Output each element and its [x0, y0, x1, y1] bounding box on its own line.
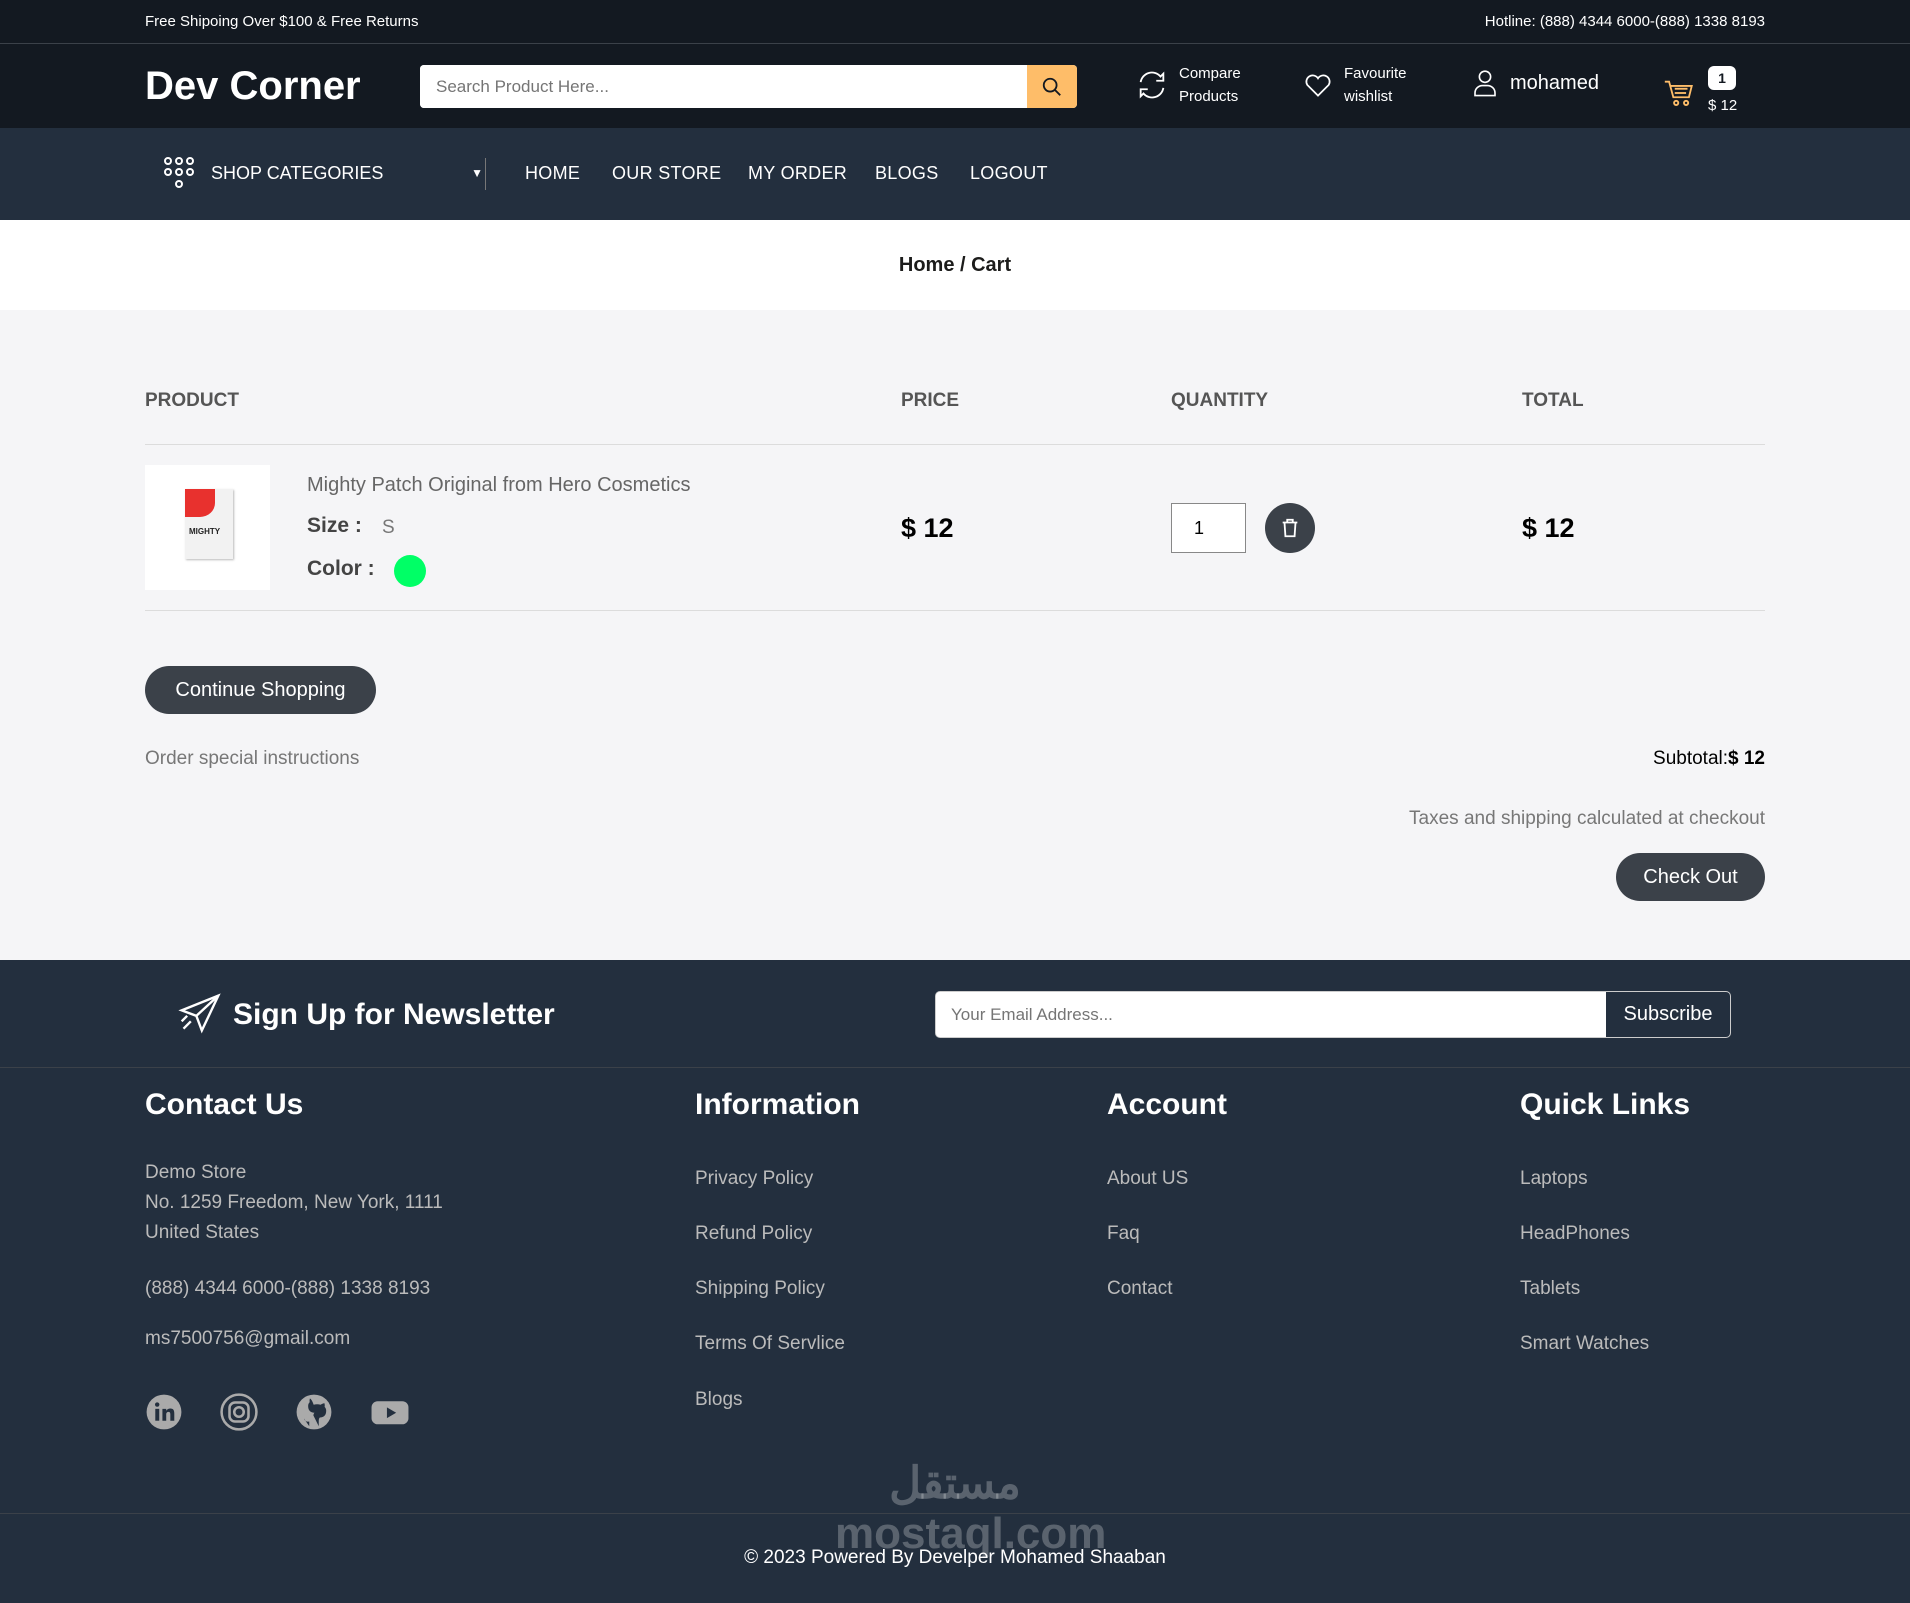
- product-image-label: MIGHTY: [189, 527, 221, 536]
- nav-blogs[interactable]: BLOGS: [875, 163, 939, 184]
- size-value: S: [382, 517, 395, 538]
- newsletter-email-input[interactable]: [936, 992, 1608, 1037]
- header-price: PRICE: [901, 390, 960, 411]
- product-name[interactable]: Mighty Patch Original from Hero Cosmetic…: [307, 474, 690, 497]
- user-icon: [1474, 70, 1496, 97]
- grid-dots-icon: [164, 157, 194, 188]
- contact-email[interactable]: ms7500756@gmail.com: [145, 1328, 350, 1350]
- wishlist-label-1: Favourite: [1344, 65, 1407, 82]
- header-total: TOTAL: [1522, 390, 1584, 411]
- cart-total: $ 12: [1708, 97, 1738, 114]
- address-line: No. 1259 Freedom, New York, 1111: [145, 1192, 443, 1213]
- search-input[interactable]: [420, 65, 1025, 108]
- hotline: Hotline: (888) 4344 6000-(888) 1338 8193: [1484, 13, 1765, 30]
- contact-title: Contact Us: [145, 1088, 304, 1121]
- information-title: Information: [695, 1088, 860, 1121]
- cart-icon: [1664, 80, 1693, 106]
- nav-our-store[interactable]: OUR STORE: [612, 163, 721, 184]
- trash-icon: [1282, 518, 1298, 538]
- shop-categories-label: SHOP CATEGORIES: [211, 162, 384, 183]
- search-bar: [420, 65, 1077, 108]
- contact-phone[interactable]: (888) 4344 6000-(888) 1338 8193: [145, 1278, 430, 1300]
- linkedin-icon[interactable]: [145, 1393, 183, 1431]
- footer-link-shipping[interactable]: Shipping Policy: [695, 1278, 825, 1300]
- checkout-button[interactable]: Check Out: [1616, 853, 1765, 901]
- contact-address: Demo Store No. 1259 Freedom, New York, 1…: [145, 1158, 443, 1248]
- subtotal-value: $ 12: [1728, 748, 1765, 769]
- nav-my-order[interactable]: MY ORDER: [748, 163, 847, 184]
- shipping-notice: Free Shipoing Over $100 & Free Returns: [145, 13, 419, 30]
- address-line: Demo Store: [145, 1162, 247, 1183]
- color-label: Color :: [307, 557, 375, 580]
- newsletter-title: Sign Up for Newsletter: [233, 998, 555, 1031]
- product-image: MIGHTY: [145, 465, 270, 590]
- divider: [145, 610, 1765, 611]
- quick-links-title: Quick Links: [1520, 1088, 1691, 1121]
- color-swatch: [394, 555, 426, 587]
- delete-button[interactable]: [1265, 503, 1315, 553]
- footer-link-blogs[interactable]: Blogs: [695, 1389, 743, 1411]
- footer-link-laptops[interactable]: Laptops: [1520, 1168, 1588, 1190]
- wishlist-label-2: wishlist: [1344, 88, 1393, 105]
- compare-label-2: Products: [1179, 88, 1239, 105]
- logo[interactable]: Dev Corner: [145, 64, 361, 109]
- newsletter-section: Sign Up for Newsletter Subscribe: [0, 960, 1910, 1068]
- wishlist-link[interactable]: Favourite wishlist: [1302, 62, 1407, 108]
- footer-link-contact[interactable]: Contact: [1107, 1278, 1172, 1300]
- paper-plane-icon: [178, 993, 221, 1034]
- header-product: PRODUCT: [145, 390, 239, 411]
- item-total: $ 12: [1522, 513, 1575, 543]
- cart-count-badge: 1: [1708, 66, 1736, 90]
- top-bar: Free Shipoing Over $100 & Free Returns H…: [0, 0, 1910, 44]
- search-button[interactable]: [1027, 65, 1077, 108]
- address-line: United States: [145, 1222, 260, 1243]
- divider: [145, 444, 1765, 445]
- footer-divider: [0, 1513, 1910, 1514]
- item-price: $ 12: [901, 513, 954, 543]
- footer-link-about[interactable]: About US: [1107, 1168, 1188, 1190]
- footer: Sign Up for Newsletter Subscribe Contact…: [0, 960, 1910, 1603]
- compare-label-1: Compare: [1179, 65, 1241, 82]
- continue-shopping-button[interactable]: Continue Shopping: [145, 666, 376, 714]
- username: mohamed: [1510, 71, 1599, 94]
- nav-logout[interactable]: LOGOUT: [970, 163, 1048, 184]
- compare-icon: [1139, 71, 1165, 99]
- footer-link-terms[interactable]: Terms Of Servlice: [695, 1333, 845, 1355]
- copyright: © 2023 Powered By Develper Mohamed Shaab…: [744, 1547, 1166, 1568]
- footer-link-refund[interactable]: Refund Policy: [695, 1223, 812, 1245]
- compare-link[interactable]: Compare Products: [1135, 62, 1241, 108]
- subtotal-label: Subtotal:: [1653, 748, 1729, 769]
- header: Dev Corner Compare Products Favourite wish…: [0, 44, 1910, 128]
- breadcrumb: Home / Cart: [0, 220, 1910, 310]
- footer-link-privacy[interactable]: Privacy Policy: [695, 1168, 813, 1190]
- cart-link[interactable]: 1 $ 12: [1662, 64, 1742, 114]
- footer-link-faq[interactable]: Faq: [1107, 1223, 1140, 1245]
- subtotal: Subtotal:$ 12: [1653, 748, 1765, 770]
- caret-down-icon: ▼: [471, 166, 483, 180]
- youtube-icon[interactable]: [370, 1393, 410, 1431]
- account-title: Account: [1107, 1088, 1227, 1121]
- nav-divider: [485, 158, 486, 190]
- main-nav: SHOP CATEGORIES ▼ HOME OUR STORE MY ORDE…: [0, 128, 1910, 220]
- search-icon: [1042, 77, 1061, 96]
- footer-link-headphones[interactable]: HeadPhones: [1520, 1223, 1630, 1245]
- shop-categories-dropdown[interactable]: SHOP CATEGORIES ▼: [163, 156, 483, 190]
- size-label: Size :: [307, 514, 362, 537]
- footer-link-tablets[interactable]: Tablets: [1520, 1278, 1580, 1300]
- heart-icon: [1305, 74, 1331, 97]
- footer-link-smart-watches[interactable]: Smart Watches: [1520, 1333, 1649, 1355]
- quantity-input[interactable]: [1171, 503, 1246, 553]
- instagram-icon[interactable]: [220, 1393, 258, 1431]
- header-quantity: QUANTITY: [1171, 390, 1269, 411]
- taxes-note: Taxes and shipping calculated at checkou…: [1409, 808, 1765, 829]
- github-icon[interactable]: [295, 1393, 333, 1431]
- user-link[interactable]: mohamed: [1470, 66, 1599, 100]
- nav-home[interactable]: HOME: [525, 163, 580, 184]
- subscribe-button[interactable]: Subscribe: [1606, 992, 1730, 1037]
- watermark: مستقل mostaql.com: [835, 1459, 1107, 1558]
- order-instructions-label[interactable]: Order special instructions: [145, 748, 359, 770]
